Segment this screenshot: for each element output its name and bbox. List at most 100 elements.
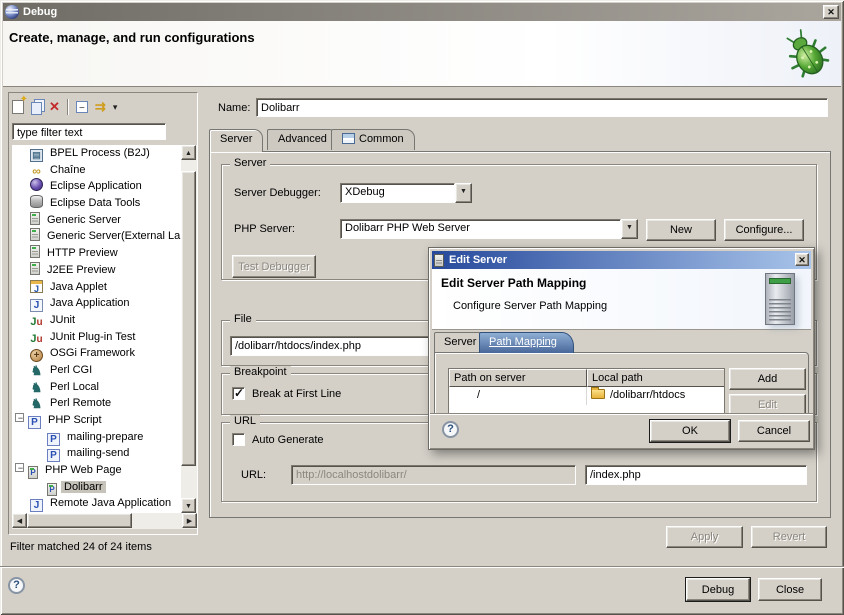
tree-item-label: OSGi Framework [47, 347, 138, 359]
tree-item-label: Perl CGI [47, 364, 95, 376]
tree-item-label: PHP Web Page [42, 464, 125, 476]
title-bar: Debug [3, 3, 841, 21]
collapse-all-icon[interactable] [76, 101, 88, 113]
tab-server[interactable]: Server [209, 129, 263, 152]
table-cell-server-path[interactable]: / [449, 387, 587, 405]
tree-item[interactable]: PHP Script [12, 412, 181, 429]
tree-item[interactable]: BPEL Process (B2J) [12, 145, 181, 162]
tab-advanced[interactable]: Advanced [267, 129, 338, 150]
dialog-tab-path-mapping-label: Path Mapping [489, 336, 557, 348]
chain-icon [30, 166, 43, 179]
scroll-up-icon[interactable] [181, 145, 196, 160]
tree-item-label: JUnit [47, 314, 78, 326]
tree-vertical-scrollbar[interactable] [181, 145, 197, 513]
perl-icon [30, 398, 43, 411]
chevron-down-icon[interactable] [113, 101, 118, 113]
debug-bug-icon [779, 27, 835, 83]
tree-item[interactable]: mailing-send [12, 445, 181, 462]
apply-button[interactable]: Apply [666, 526, 743, 548]
tree-item[interactable]: Perl Remote [12, 395, 181, 412]
tree-item-label: JUnit Plug-in Test [47, 331, 138, 343]
tree-item[interactable]: mailing-prepare [12, 429, 181, 446]
collapse-expander-icon[interactable] [15, 413, 24, 422]
path-mapping-table[interactable]: Path on server Local path / /dolibarr/ht… [448, 368, 725, 416]
delete-configuration-icon[interactable] [49, 99, 60, 115]
filter-status: Filter matched 24 of 24 items [10, 541, 152, 553]
new-configuration-icon[interactable] [12, 100, 24, 114]
scroll-down-icon[interactable] [181, 498, 196, 513]
dialog-tab-path-mapping[interactable]: Path Mapping [479, 332, 574, 353]
table-cell-local-path[interactable]: /dolibarr/htdocs [587, 387, 725, 405]
tree-item-label: Generic Server(External La [44, 230, 181, 242]
column-header-local-path[interactable]: Local path [587, 369, 725, 387]
horizontal-scroll-thumb[interactable] [27, 513, 132, 528]
dialog-heading: Edit Server Path Mapping [441, 276, 586, 290]
tree-item[interactable]: Eclipse Data Tools [12, 195, 181, 212]
edit-server-dialog: Edit Server Edit Server Path Mapping Con… [428, 247, 815, 450]
tree-item[interactable]: Java Application [12, 295, 181, 312]
close-window-button[interactable] [823, 5, 839, 19]
tree-horizontal-scrollbar[interactable] [12, 513, 197, 529]
tree-item[interactable]: J2EE Preview [12, 262, 181, 279]
name-label: Name: [218, 102, 250, 114]
dialog-subheading: Configure Server Path Mapping [453, 300, 607, 312]
configurations-sidebar: type filter text BPEL Process (B2J) Chaîn… [8, 92, 198, 535]
tree-item[interactable]: Java Applet [12, 279, 181, 296]
tree-item[interactable]: Generic Server(External La [12, 228, 181, 245]
window-title: Debug [23, 6, 57, 18]
tree-item[interactable]: PHP Web Page [12, 462, 181, 479]
tree-item[interactable]: Eclipse Application [12, 178, 181, 195]
dialog-title-bar: Edit Server [432, 251, 811, 269]
vertical-scroll-thumb[interactable] [181, 171, 196, 466]
cancel-button[interactable]: Cancel [738, 420, 810, 442]
tree-item-label: Java Application [47, 297, 133, 309]
java-applet-icon [30, 280, 43, 293]
close-button[interactable]: Close [758, 578, 822, 601]
tree-item-label: Remote Java Application [47, 497, 174, 509]
tree-item-label: Chaîne [47, 164, 88, 176]
debug-button[interactable]: Debug [686, 578, 750, 601]
junit-icon [30, 317, 43, 330]
add-mapping-button[interactable]: Add [729, 368, 806, 390]
revert-button[interactable]: Revert [751, 526, 827, 548]
tree-item[interactable]: JUnit [12, 312, 181, 329]
tree-item[interactable]: OSGi Framework [12, 345, 181, 362]
tab-common[interactable]: Common [331, 129, 415, 150]
tree-item[interactable]: Dolibarr [12, 479, 181, 496]
filter-input[interactable]: type filter text [12, 123, 166, 140]
server-icon [30, 245, 40, 258]
tree-item[interactable]: JUnit Plug-in Test [12, 329, 181, 346]
collapse-expander-icon[interactable] [15, 463, 24, 472]
column-header-path-on-server[interactable]: Path on server [449, 369, 587, 387]
bpel-process-icon [30, 149, 43, 162]
help-icon[interactable]: ? [8, 577, 25, 594]
perl-icon [30, 382, 43, 395]
tree-item-label: Eclipse Data Tools [47, 197, 143, 209]
duplicate-configuration-icon[interactable] [31, 102, 42, 115]
tree-item[interactable]: Generic Server [12, 212, 181, 229]
tab-server-label: Server [220, 133, 252, 145]
name-input[interactable]: Dolibarr [256, 98, 828, 117]
banner: Create, manage, and run configurations [3, 21, 841, 87]
server-tower-icon [765, 273, 795, 325]
tree-item-label: mailing-send [64, 447, 132, 459]
tree-item[interactable]: HTTP Preview [12, 245, 181, 262]
php-web-page-icon [47, 483, 57, 496]
footer-separator [0, 566, 844, 568]
scroll-right-icon[interactable] [182, 513, 197, 528]
php-script-icon [28, 416, 41, 429]
scroll-left-icon[interactable] [12, 513, 27, 528]
remote-java-icon [30, 499, 43, 512]
filter-icon[interactable] [95, 99, 106, 115]
ok-button[interactable]: OK [650, 420, 730, 442]
tree-item[interactable]: Chaîne [12, 162, 181, 179]
dialog-close-button[interactable] [795, 253, 809, 266]
config-tree: BPEL Process (B2J) Chaîne Eclipse Applicat… [12, 145, 181, 513]
tree-item-label: Perl Remote [47, 397, 114, 409]
tree-item-label: BPEL Process (B2J) [47, 147, 153, 159]
tree-item[interactable]: Perl CGI [12, 362, 181, 379]
dialog-help-icon[interactable]: ? [442, 421, 459, 438]
tree-item[interactable]: Perl Local [12, 379, 181, 396]
database-icon [30, 195, 43, 208]
tree-item[interactable]: Remote Java Application [12, 495, 181, 512]
